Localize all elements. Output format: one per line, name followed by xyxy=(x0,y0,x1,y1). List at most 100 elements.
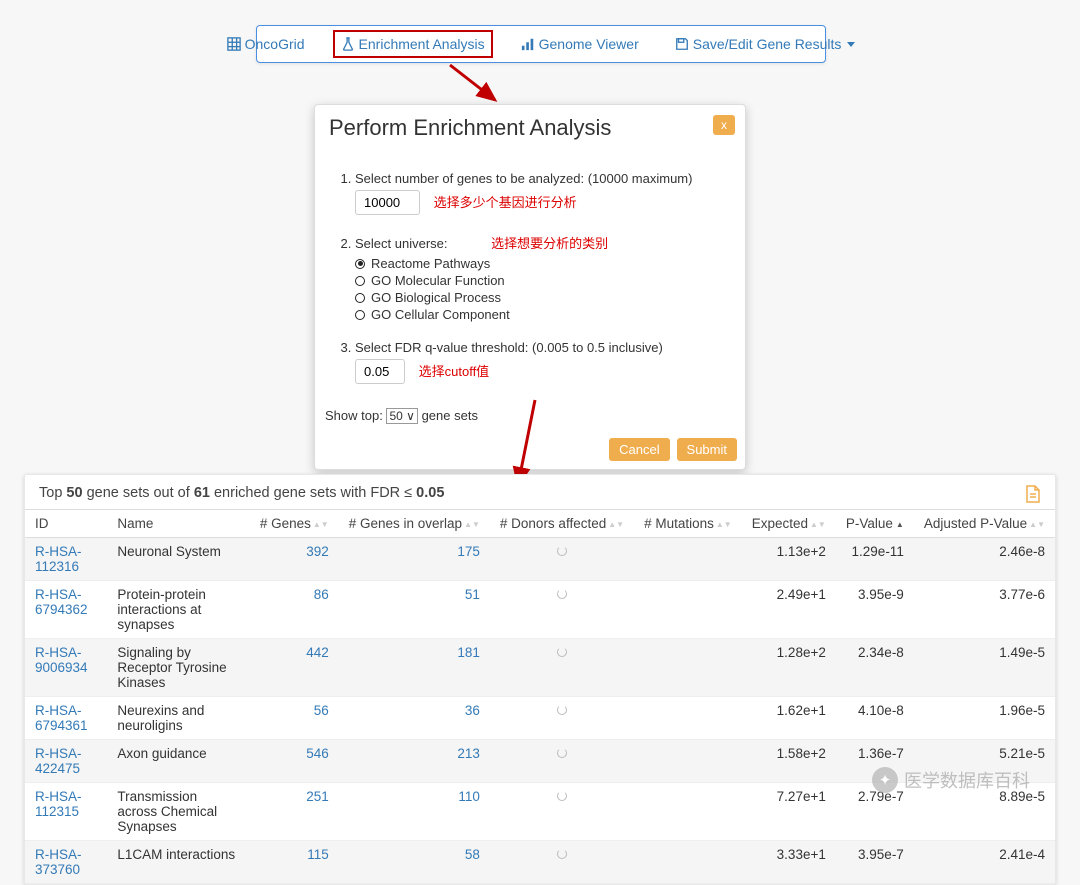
row-id-link[interactable]: R-HSA-6794362 xyxy=(35,587,88,617)
col-expected[interactable]: Expected▲▼ xyxy=(742,510,836,538)
show-top-row: Show top: 50 ∨ gene sets xyxy=(315,408,745,432)
col-genes[interactable]: # Genes▲▼ xyxy=(250,510,339,538)
col-pvalue[interactable]: P-Value xyxy=(836,510,914,538)
row-name: Protein-protein interactions at synapses xyxy=(107,581,249,639)
row-genes-link[interactable]: 251 xyxy=(306,789,329,804)
close-icon: x xyxy=(721,118,727,132)
col-donors[interactable]: # Donors affected▲▼ xyxy=(490,510,634,538)
row-name: Signaling by Receptor Tyrosine Kinases xyxy=(107,639,249,697)
save-icon xyxy=(675,37,689,51)
row-mutations xyxy=(634,538,742,581)
genes-input[interactable] xyxy=(355,190,420,215)
radio-reactome[interactable]: Reactome Pathways xyxy=(355,256,727,271)
modal-header: Perform Enrichment Analysis x xyxy=(315,105,745,145)
row-mutations xyxy=(634,841,742,884)
enrichment-tab[interactable]: Enrichment Analysis xyxy=(333,30,493,58)
col-mutations[interactable]: # Mutations▲▼ xyxy=(634,510,742,538)
row-expected: 3.33e+1 xyxy=(742,841,836,884)
col-adj-pvalue[interactable]: Adjusted P-Value▲▼ xyxy=(914,510,1055,538)
genome-viewer-tab[interactable]: Genome Viewer xyxy=(513,30,647,58)
row-overlap-link[interactable]: 175 xyxy=(457,544,480,559)
row-pvalue: 1.29e-11 xyxy=(836,538,914,581)
col-id[interactable]: ID xyxy=(25,510,107,538)
row-pvalue: 4.10e-8 xyxy=(836,697,914,740)
table-header-row: ID Name # Genes▲▼ # Genes in overlap▲▼ #… xyxy=(25,510,1055,538)
step-3-label: Select FDR q-value threshold: (0.005 to … xyxy=(355,340,663,355)
row-pvalue: 3.95e-9 xyxy=(836,581,914,639)
radio-go-mf[interactable]: GO Molecular Function xyxy=(355,273,727,288)
grid-icon xyxy=(227,37,241,51)
caret-down-icon xyxy=(847,42,855,47)
table-row: R-HSA-112316 Neuronal System 392 175 1.13e+2… xyxy=(25,538,1055,581)
row-id-link[interactable]: R-HSA-9006934 xyxy=(35,645,88,675)
annotation-1: 选择多少个基因进行分析 xyxy=(434,192,577,211)
modal-footer: Cancel Submit xyxy=(315,432,745,469)
row-id-link[interactable]: R-HSA-112316 xyxy=(35,544,82,574)
arrow-1-icon xyxy=(440,60,510,110)
enrichment-modal: Perform Enrichment Analysis x Select num… xyxy=(314,104,746,470)
show-top-select[interactable]: 50 ∨ xyxy=(386,408,418,424)
row-overlap-link[interactable]: 213 xyxy=(457,746,480,761)
loading-spinner-icon xyxy=(557,849,567,859)
export-button[interactable] xyxy=(1025,485,1041,507)
step-2-label: Select universe: xyxy=(355,236,448,251)
row-adj-pvalue: 1.96e-5 xyxy=(914,697,1055,740)
loading-spinner-icon xyxy=(557,647,567,657)
table-row: R-HSA-373760L1CAM interactions115583.33e… xyxy=(25,841,1055,884)
row-expected: 1.62e+1 xyxy=(742,697,836,740)
row-overlap-link[interactable]: 181 xyxy=(457,645,480,660)
table-row: R-HSA-9006934 Signaling by Receptor Tyros… xyxy=(25,639,1055,697)
chevron-down-icon: ∨ xyxy=(406,409,415,423)
row-genes-link[interactable]: 115 xyxy=(307,847,329,862)
row-genes-link[interactable]: 56 xyxy=(314,703,329,718)
cancel-button[interactable]: Cancel xyxy=(609,438,669,461)
col-overlap[interactable]: # Genes in overlap▲▼ xyxy=(339,510,490,538)
step-3: Select FDR q-value threshold: (0.005 to … xyxy=(355,340,727,384)
flask-icon xyxy=(341,37,355,51)
row-genes-link[interactable]: 392 xyxy=(306,544,329,559)
row-overlap-link[interactable]: 51 xyxy=(465,587,480,602)
row-overlap-link[interactable]: 110 xyxy=(458,789,480,804)
row-genes-link[interactable]: 86 xyxy=(314,587,329,602)
table-row: R-HSA-6794362 Protein-protein interaction… xyxy=(25,581,1055,639)
radio-reactome-label: Reactome Pathways xyxy=(371,256,490,271)
row-overlap-link[interactable]: 58 xyxy=(465,847,480,862)
enrichment-label: Enrichment Analysis xyxy=(359,36,485,52)
row-pvalue: 3.95e-7 xyxy=(836,841,914,884)
row-name: Axon guidance xyxy=(107,740,249,783)
close-button[interactable]: x xyxy=(713,115,735,135)
row-id-link[interactable]: R-HSA-373760 xyxy=(35,847,82,877)
row-mutations xyxy=(634,783,742,841)
radio-go-bp-label: GO Biological Process xyxy=(371,290,501,305)
row-genes-link[interactable]: 546 xyxy=(306,746,329,761)
row-genes-link[interactable]: 442 xyxy=(306,645,329,660)
radio-go-mf-label: GO Molecular Function xyxy=(371,273,505,288)
row-expected: 1.13e+2 xyxy=(742,538,836,581)
file-icon xyxy=(1025,485,1041,503)
row-expected: 1.58e+2 xyxy=(742,740,836,783)
row-expected: 2.49e+1 xyxy=(742,581,836,639)
radio-icon xyxy=(355,293,365,303)
submit-button[interactable]: Submit xyxy=(677,438,737,461)
step-1-label: Select number of genes to be analyzed: (… xyxy=(355,171,692,186)
radio-go-bp[interactable]: GO Biological Process xyxy=(355,290,727,305)
table-row: R-HSA-6794361 Neurexins and neuroligins 56… xyxy=(25,697,1055,740)
step-1: Select number of genes to be analyzed: (… xyxy=(355,171,727,215)
radio-go-cc[interactable]: GO Cellular Component xyxy=(355,307,727,322)
row-id-link[interactable]: R-HSA-112315 xyxy=(35,789,82,819)
modal-title: Perform Enrichment Analysis xyxy=(329,115,611,140)
radio-icon xyxy=(355,259,365,269)
fdr-input[interactable] xyxy=(355,359,405,384)
oncogrid-tab[interactable]: OncoGrid xyxy=(219,30,313,58)
loading-spinner-icon xyxy=(557,748,567,758)
col-name[interactable]: Name xyxy=(107,510,249,538)
row-id-link[interactable]: R-HSA-6794361 xyxy=(35,703,88,733)
row-name: Neurexins and neuroligins xyxy=(107,697,249,740)
row-name: Neuronal System xyxy=(107,538,249,581)
row-expected: 7.27e+1 xyxy=(742,783,836,841)
save-edit-dropdown[interactable]: Save/Edit Gene Results xyxy=(667,30,864,58)
row-overlap-link[interactable]: 36 xyxy=(465,703,480,718)
genome-label: Genome Viewer xyxy=(539,36,639,52)
row-id-link[interactable]: R-HSA-422475 xyxy=(35,746,82,776)
loading-spinner-icon xyxy=(557,546,567,556)
